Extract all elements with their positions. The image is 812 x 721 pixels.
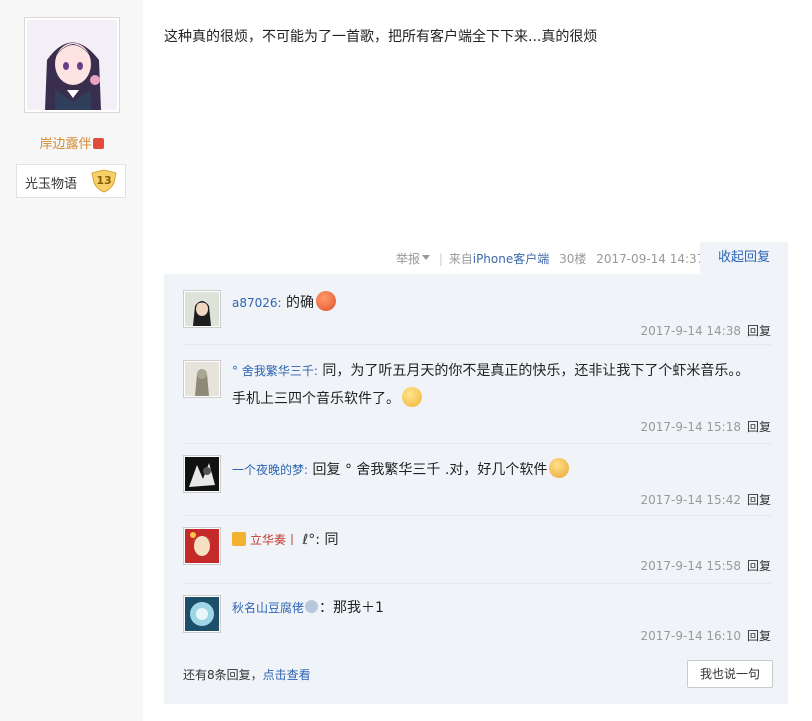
reply-avatar[interactable]: [183, 527, 221, 565]
reply-time: 2017-9-14 15:18: [640, 420, 741, 434]
gear-badge-icon: [305, 600, 319, 613]
reply-meta: 2017-9-14 16:10 回复: [640, 627, 771, 644]
reply-item: 立华奏丨 ℓ°: 同 2017-9-14 15:58 回复: [183, 517, 771, 584]
reply-time: 2017-9-14 15:58: [640, 559, 741, 573]
vip-mark-icon: [92, 138, 104, 149]
reply-item: 秋名山豆腐佬 ：那我＋1 2017-9-14 16:10 回复: [183, 585, 771, 649]
reply-time: 2017-9-14 16:10: [640, 629, 741, 643]
reply-time: 2017-9-14 15:42: [640, 493, 741, 507]
reply-meta: 2017-9-14 15:18 回复: [640, 418, 771, 435]
reply-text: 回复 ° 舍我繁华三千 .对，好几个软件: [312, 462, 548, 478]
more-replies-prefix: 还有8条回复，: [183, 668, 263, 682]
post-tail-bar: 举报 | 来自iPhone客户端 30楼 2017-09-14 14:37: [396, 250, 705, 267]
reply-button[interactable]: 回复: [747, 324, 771, 338]
level-name: 光玉物语: [25, 177, 78, 192]
author-level-badge[interactable]: 光玉物语 13: [16, 164, 126, 198]
more-replies: 还有8条回复，点击查看: [183, 666, 311, 683]
source-prefix: 来自: [448, 252, 473, 266]
report-link[interactable]: 举报: [396, 252, 420, 266]
post-time: 2017-09-14 14:37: [596, 251, 705, 266]
reply-text: 同: [324, 532, 339, 548]
reply-avatar[interactable]: [183, 360, 221, 398]
view-more-link[interactable]: 点击查看: [263, 668, 311, 682]
reply-button[interactable]: 回复: [747, 629, 771, 643]
author-avatar[interactable]: [24, 17, 120, 113]
add-reply-button[interactable]: 我也说一句: [687, 660, 773, 688]
reply-button[interactable]: 回复: [747, 493, 771, 507]
reply-username[interactable]: ° 舍我繁华三千: [232, 364, 314, 378]
level-number: 13: [96, 174, 112, 187]
reply-time: 2017-9-14 14:38: [640, 324, 741, 338]
reply-text: 那我＋1: [333, 600, 384, 616]
author-sidebar: 岸边露伴 光玉物语 13: [0, 0, 143, 721]
reply-username[interactable]: a87026: [232, 296, 278, 310]
post-content: 这种真的很烦，不可能为了一首歌，把所有客户端全下下来...真的很烦: [164, 29, 598, 45]
floor-number: 30楼: [559, 252, 587, 266]
angry-emoji-icon: [316, 291, 337, 311]
reply-meta: 2017-9-14 15:58 回复: [640, 557, 771, 574]
reply-meta: 2017-9-14 15:42 回复: [640, 491, 771, 508]
cry-emoji-icon: [549, 458, 570, 478]
reply-content: 一个夜晚的梦: 回复 ° 舍我繁华三千 .对，好几个软件: [232, 456, 751, 484]
reply-username[interactable]: 一个夜晚的梦: [232, 463, 304, 477]
reply-button[interactable]: 回复: [747, 420, 771, 434]
report-dropdown-icon[interactable]: [422, 255, 431, 260]
tail-separator: |: [438, 251, 443, 266]
reply-panel: a87026: 的确 2017-9-14 14:38 回复 ° 舍我繁华三千: 同…: [164, 274, 788, 704]
reply-username[interactable]: 秋名山豆腐佬: [232, 601, 304, 615]
source-client-link[interactable]: iPhone客户端: [473, 252, 550, 266]
reply-avatar[interactable]: [183, 290, 221, 328]
reply-content: 立华奏丨 ℓ°: 同: [232, 526, 751, 554]
member-badge-icon: [232, 532, 246, 546]
reply-content: a87026: 的确: [232, 289, 751, 317]
reply-avatar[interactable]: [183, 455, 221, 493]
collapse-replies-button[interactable]: 收起回复: [700, 242, 788, 274]
reply-text: 的确: [286, 295, 315, 311]
reply-user-suffix: ℓ°: [302, 532, 316, 548]
sweat-emoji-icon: [402, 387, 422, 407]
reply-item: a87026: 的确 2017-9-14 14:38 回复: [183, 280, 771, 345]
reply-button[interactable]: 回复: [747, 559, 771, 573]
reply-item: 一个夜晚的梦: 回复 ° 舍我繁华三千 .对，好几个软件 2017-9-14 1…: [183, 445, 771, 516]
reply-avatar[interactable]: [183, 595, 221, 633]
reply-item: ° 舍我繁华三千: 同，为了听五月天的你不是真正的快乐，还非让我下了个虾米音乐。…: [183, 346, 771, 444]
reply-username[interactable]: 立华奏丨: [250, 533, 298, 547]
reply-meta: 2017-9-14 14:38 回复: [640, 322, 771, 339]
reply-content: 秋名山豆腐佬 ：那我＋1: [232, 600, 384, 616]
author-username[interactable]: 岸边露伴: [0, 133, 143, 152]
reply-content: ° 舍我繁华三千: 同，为了听五月天的你不是真正的快乐，还非让我下了个虾米音乐。…: [232, 363, 750, 407]
